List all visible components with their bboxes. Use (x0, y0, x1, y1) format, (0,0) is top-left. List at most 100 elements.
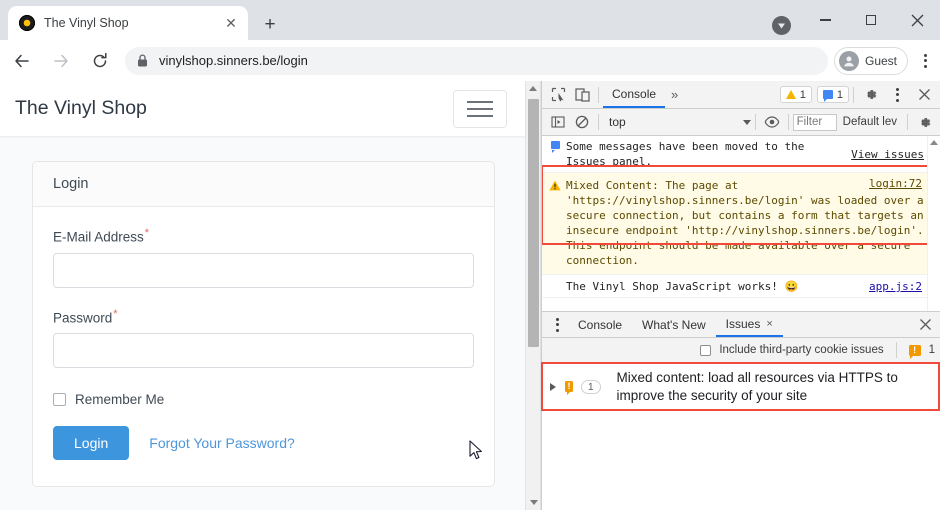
console-message-log[interactable]: The Vinyl Shop JavaScript works! 😀 app.j… (542, 275, 940, 298)
required-asterisk: * (144, 227, 150, 239)
console-scrollbar[interactable] (927, 136, 940, 339)
login-card-title: Login (33, 162, 494, 207)
scroll-up-icon[interactable] (928, 136, 940, 149)
message-count-badge[interactable]: 1 (816, 86, 849, 103)
close-icon[interactable]: × (766, 318, 772, 330)
password-label-text: Password (53, 310, 113, 325)
device-toolbar-icon[interactable] (570, 82, 594, 108)
hamburger-menu-icon[interactable] (453, 89, 507, 128)
page-viewport: The Vinyl Shop Login E-Mail Address* Pas… (0, 81, 525, 510)
inspect-element-icon[interactable] (546, 82, 570, 108)
devtools-tabbar: Console » 1 1 (542, 81, 940, 109)
console-source-link[interactable]: app.js:2 (869, 279, 922, 294)
scrollbar-thumb[interactable] (528, 99, 539, 347)
issue-list-item[interactable]: ! 1 Mixed content: load all resources vi… (542, 363, 940, 410)
download-icon[interactable] (772, 16, 791, 35)
site-brand[interactable]: The Vinyl Shop (15, 97, 147, 120)
console-toolbar: top Filter Default lev (542, 109, 940, 136)
vinyl-record-favicon (19, 15, 35, 31)
devtools-panel: Console » 1 1 top Filter Default lev Som… (541, 81, 940, 510)
divider (787, 114, 789, 130)
drawer-close-icon[interactable] (913, 312, 937, 338)
gear-icon[interactable] (858, 82, 882, 108)
filter-input[interactable]: Filter (792, 113, 837, 131)
minimize-button[interactable] (802, 0, 848, 40)
back-arrow-icon[interactable] (5, 44, 39, 78)
more-tabs-icon[interactable]: » (665, 87, 684, 102)
profile-label: Guest (864, 53, 897, 68)
url-path: /login (276, 53, 308, 68)
divider (907, 114, 908, 130)
drawer-tab-whats-new[interactable]: What's New (632, 312, 716, 337)
drawer-tab-issues[interactable]: Issues × (715, 312, 783, 337)
kebab-menu-icon[interactable] (910, 44, 940, 78)
login-button[interactable]: Login (53, 426, 130, 460)
console-source-link[interactable]: login:72 (869, 176, 922, 191)
warning-count-badge[interactable]: 1 (779, 86, 812, 103)
issue-warning-icon: ! (908, 344, 921, 359)
remember-me-row[interactable]: Remember Me (53, 392, 474, 407)
devtools-close-icon[interactable] (912, 82, 936, 108)
console-sidebar-icon[interactable] (546, 109, 570, 135)
expand-triangle-icon[interactable] (550, 382, 556, 391)
profile-button[interactable]: Guest (833, 46, 908, 75)
url-host: vinylshop.sinners.be (159, 53, 277, 68)
issues-toolbar: Include third-party cookie issues ! 1 (542, 338, 940, 363)
clear-console-icon[interactable] (570, 109, 594, 135)
remember-me-checkbox[interactable] (53, 393, 66, 406)
view-issues-link[interactable]: View issues (851, 147, 924, 162)
divider (754, 114, 756, 130)
message-count: 1 (836, 88, 843, 101)
login-card: Login E-Mail Address* Password* Remember… (32, 161, 495, 487)
maximize-button[interactable] (848, 0, 894, 40)
tab-console[interactable]: Console (603, 81, 666, 108)
email-field[interactable] (53, 252, 474, 288)
required-asterisk: * (113, 307, 118, 320)
devtools-menu-icon[interactable] (882, 82, 912, 108)
reload-icon[interactable] (83, 44, 117, 78)
console-message-info[interactable]: Some messages have been moved to the Iss… (542, 136, 940, 173)
console-settings-gear-icon[interactable] (912, 109, 936, 135)
warning-triangle-icon (548, 178, 562, 191)
scroll-down-icon[interactable] (526, 495, 541, 510)
third-party-cookie-checkbox[interactable] (700, 344, 712, 356)
divider (598, 114, 599, 130)
message-bubble-icon (822, 90, 833, 102)
close-icon[interactable]: ✕ (222, 14, 240, 32)
page-scrollbar[interactable] (525, 81, 540, 510)
console-message-warning[interactable]: Mixed Content: The page at 'https://viny… (542, 173, 940, 275)
forgot-password-link[interactable]: Forgot Your Password? (149, 435, 295, 451)
browser-tab[interactable]: The Vinyl Shop ✕ (8, 6, 248, 40)
person-avatar-icon (838, 50, 859, 71)
remember-me-label: Remember Me (75, 392, 165, 407)
login-form: E-Mail Address* Password* Remember Me Lo… (33, 207, 494, 486)
console-message-text: Mixed Content: The page at 'https://viny… (566, 178, 926, 268)
divider (598, 86, 599, 103)
context-selector[interactable]: top (603, 115, 632, 129)
lock-icon (137, 54, 148, 67)
new-tab-button[interactable]: + (258, 12, 282, 36)
password-field[interactable] (53, 333, 474, 368)
warning-count: 1 (799, 88, 806, 101)
site-navbar: The Vinyl Shop (0, 81, 525, 137)
info-message-icon (548, 139, 562, 153)
email-label: E-Mail Address* (53, 227, 474, 245)
chevron-down-icon[interactable] (742, 119, 751, 125)
live-expression-icon[interactable] (760, 109, 784, 135)
drawer-tab-console[interactable]: Console (568, 312, 632, 337)
log-level-selector[interactable]: Default lev (837, 116, 903, 128)
password-label: Password* (53, 308, 474, 326)
warning-triangle-icon (785, 90, 796, 99)
console-message-text: Some messages have been moved to the Iss… (566, 140, 805, 168)
window-close-button[interactable] (894, 0, 940, 40)
browser-toolbar: vinylshop.sinners.be/login Guest (0, 40, 940, 81)
divider (895, 342, 897, 358)
issue-badge-count: 1 (928, 344, 935, 356)
address-bar[interactable]: vinylshop.sinners.be/login (125, 46, 828, 75)
log-spacer (548, 279, 562, 281)
tab-strip: The Vinyl Shop ✕ + (0, 0, 940, 40)
drawer-menu-icon[interactable] (546, 312, 568, 337)
window-controls (802, 0, 940, 40)
mixed-content-message: Mixed Content: The page at 'https://viny… (566, 179, 924, 267)
scroll-up-icon[interactable] (526, 81, 540, 96)
